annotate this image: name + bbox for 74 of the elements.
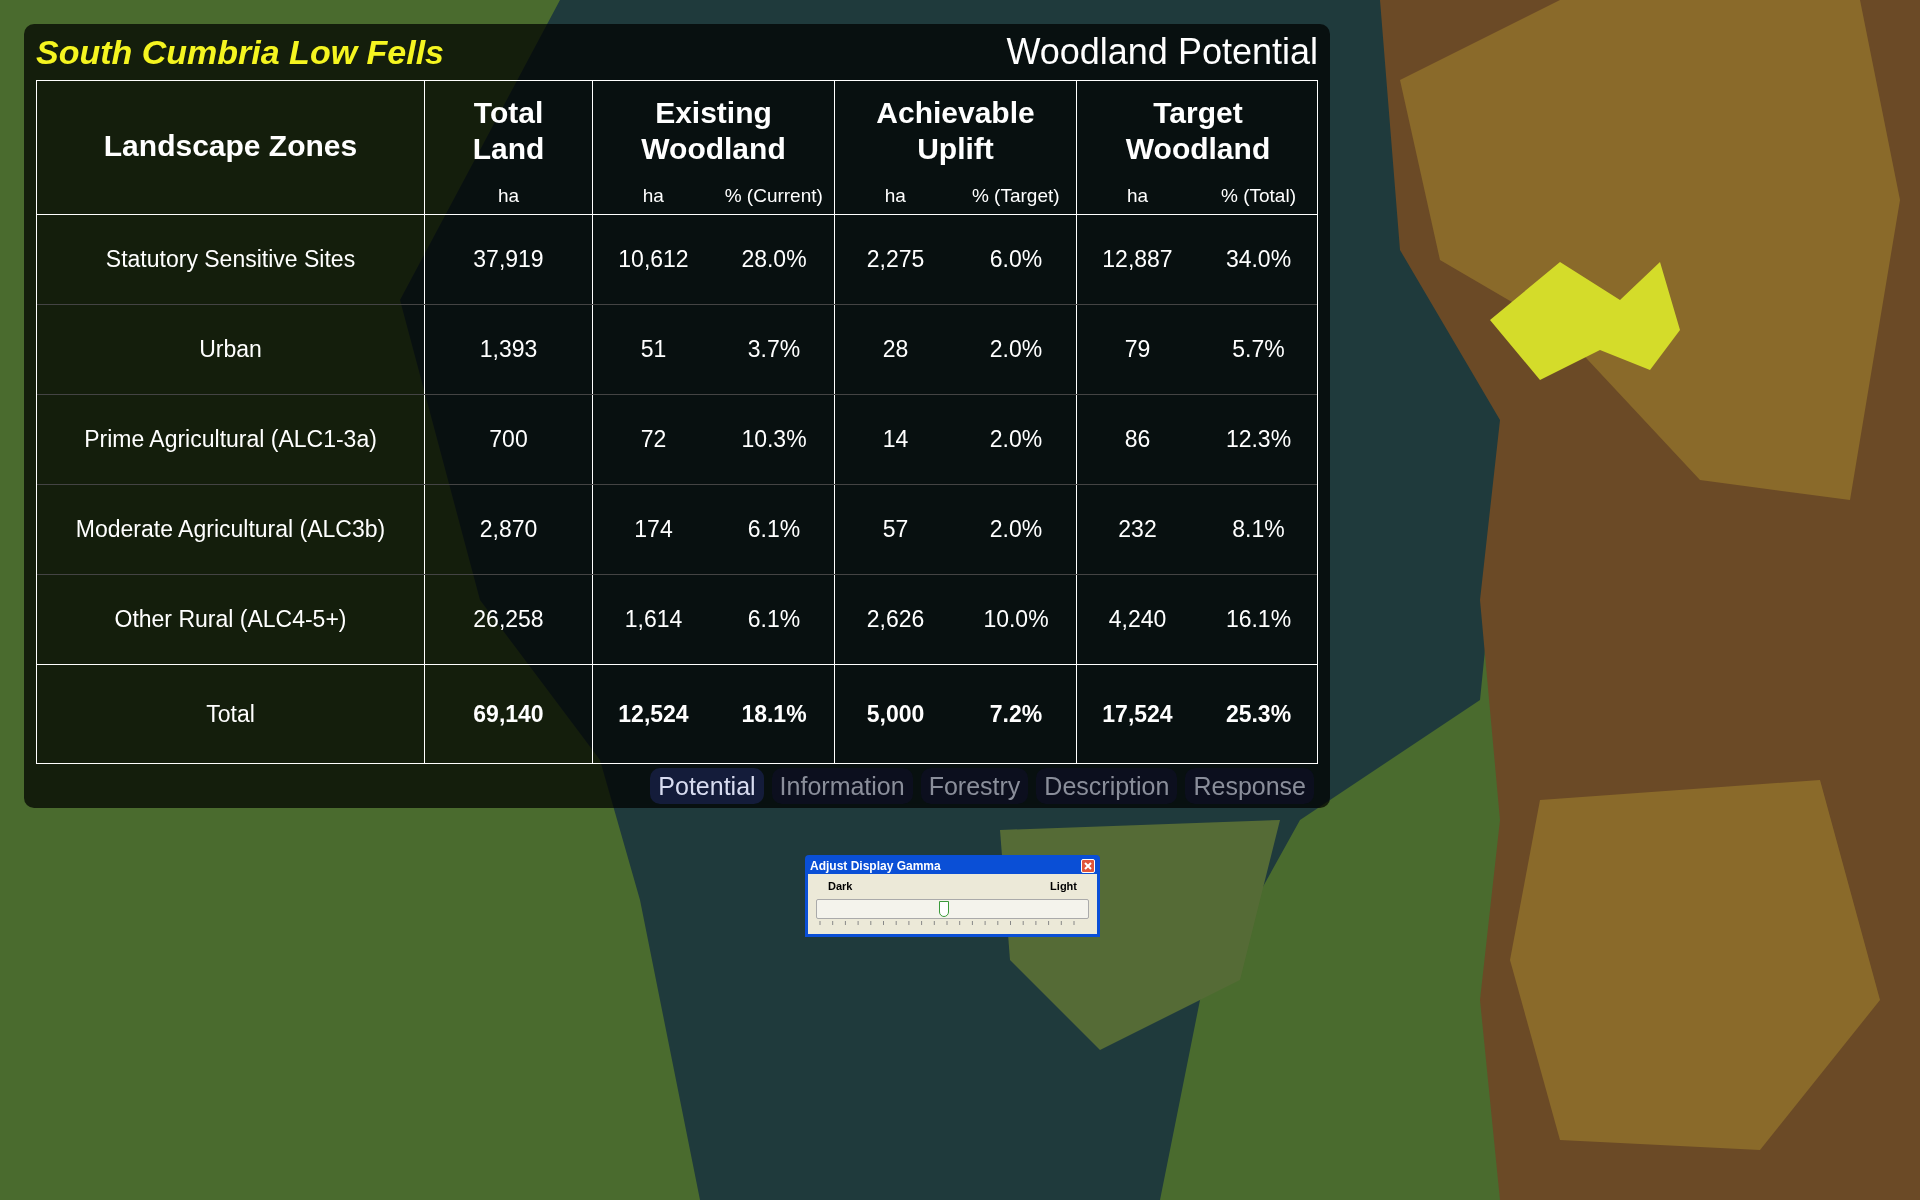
panel-tab[interactable]: Response (1185, 768, 1314, 804)
table-cell-text: 1,393 (479, 335, 538, 365)
table-cell-text: 28.0% (741, 245, 807, 275)
total-cell-text: 25.3% (1225, 699, 1292, 729)
table-cell-text: 2,626 (866, 605, 925, 635)
table-cell-text: 51 (640, 335, 667, 365)
table-cell-text: 12,887 (1102, 245, 1173, 275)
table-cell-text: 34.0% (1225, 245, 1292, 275)
close-button[interactable] (1081, 859, 1095, 873)
zone-cell-text: Urban (199, 335, 262, 365)
table-cell-text: 4,240 (1108, 605, 1167, 635)
column-header: Landscape Zones (103, 127, 358, 164)
table-cell-text: 5.7% (1232, 335, 1285, 365)
zone-cell-text: Prime Agricultural (ALC1-3a) (84, 425, 377, 455)
unit-label: ha (884, 183, 906, 208)
table-cell-text: 6.1% (747, 515, 801, 545)
unit-label: % (Current) (724, 183, 823, 208)
total-cell-text: 12,524 (618, 699, 689, 729)
table-cell-text: 2.0% (989, 425, 1043, 455)
table-cell-text: 2.0% (989, 335, 1043, 365)
total-cell-text: 5,000 (866, 699, 925, 729)
dialog-title: Adjust Display Gamma (810, 858, 941, 875)
column-header: Total Land (471, 95, 546, 168)
table-cell-text: 16.1% (1225, 605, 1292, 635)
panel-tab[interactable]: Description (1036, 768, 1178, 804)
table-cell-text: 79 (1124, 335, 1151, 365)
table-cell-text: 2,870 (479, 515, 538, 545)
panel-tab[interactable]: Potential (650, 768, 764, 804)
table-cell-text: 26,258 (473, 605, 544, 635)
table-cell-text: 72 (640, 425, 667, 455)
table-cell-text: 1,614 (624, 605, 683, 635)
gamma-slider[interactable] (816, 898, 1089, 919)
unit-label: ha (1126, 183, 1149, 208)
slider-thumb[interactable] (939, 900, 950, 917)
table-cell-text: 86 (1124, 425, 1151, 455)
column-group-header: Achievable Uplift (875, 95, 1036, 168)
zone-cell-text: Statutory Sensitive Sites (105, 245, 356, 275)
table-cell-text: 8.1% (1232, 515, 1285, 545)
unit-label: ha (642, 183, 664, 208)
table-cell-text: 57 (882, 515, 909, 545)
column-group-header: Target Woodland (1124, 95, 1272, 168)
table-cell-text: 10.3% (741, 425, 807, 455)
total-label: Total (206, 699, 255, 729)
dark-label: Dark (828, 879, 853, 894)
column-group-header: Existing Woodland (640, 95, 787, 168)
table-cell-text: 174 (634, 515, 673, 545)
table-cell-text: 2.0% (989, 515, 1043, 545)
unit-label: ha (497, 183, 520, 208)
panel-tab[interactable]: Forestry (920, 768, 1029, 804)
total-cell-text: 69,140 (473, 699, 544, 729)
table-cell-text: 12.3% (1225, 425, 1292, 455)
table-cell-text: 10.0% (983, 605, 1049, 635)
total-cell-text: 7.2% (989, 699, 1043, 729)
table-cell-text: 700 (489, 425, 528, 455)
light-label: Light (1050, 879, 1077, 894)
table-cell-text: 28 (882, 335, 909, 365)
panel-subtitle: Woodland Potential (1006, 30, 1318, 74)
table-cell-text: 232 (1118, 515, 1157, 545)
table-cell-text: 6.0% (989, 245, 1043, 275)
table-cell-text: 37,919 (473, 245, 544, 275)
zone-cell-text: Moderate Agricultural (ALC3b) (75, 515, 386, 545)
table-cell-text: 2,275 (866, 245, 925, 275)
table-cell-text: 6.1% (747, 605, 801, 635)
table-cell-text: 14 (882, 425, 909, 455)
close-icon (1084, 862, 1092, 870)
table-cell-text: 10,612 (618, 245, 689, 275)
region-title: South Cumbria Low Fells (36, 31, 445, 73)
panel-tab[interactable]: Information (771, 768, 913, 804)
total-cell-text: 18.1% (741, 699, 807, 729)
table-cell-text: 3.7% (747, 335, 801, 365)
zone-cell-text: Other Rural (ALC4-5+) (114, 605, 347, 635)
total-cell-text: 17,524 (1102, 699, 1173, 729)
unit-label: % (Target) (971, 183, 1060, 208)
unit-label: % (Total) (1221, 183, 1296, 208)
